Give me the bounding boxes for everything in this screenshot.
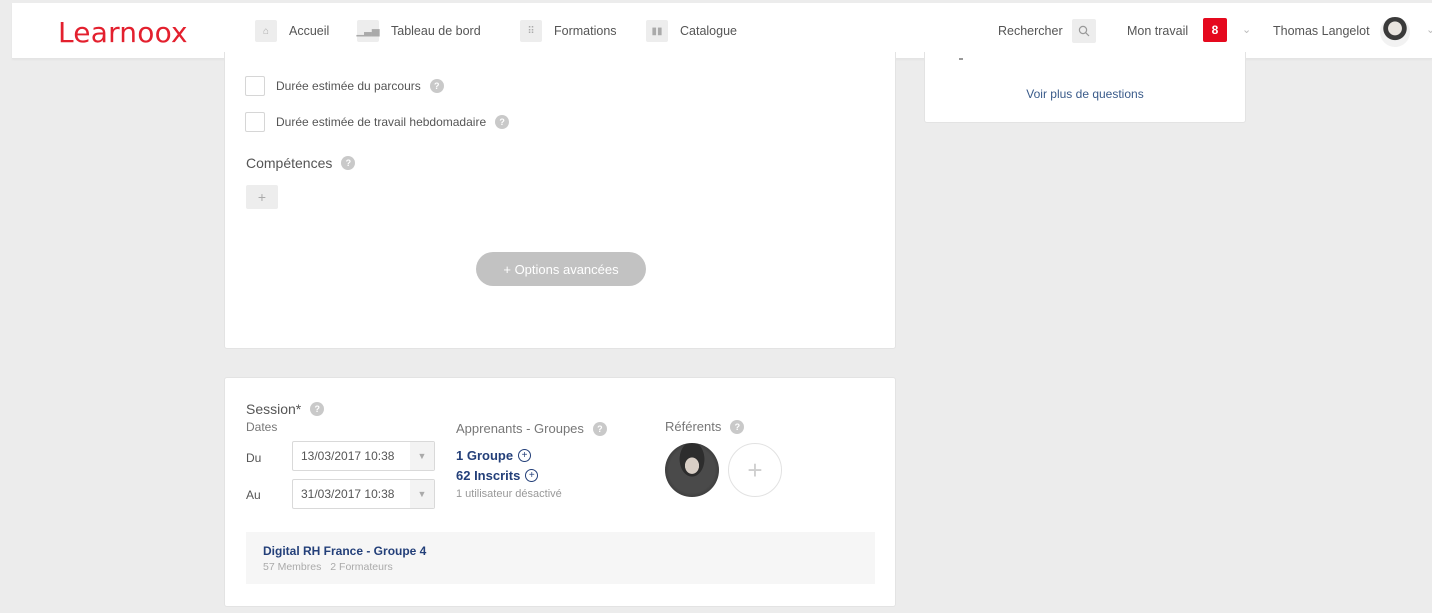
group-name[interactable]: Digital RH France - Groupe 4 — [263, 544, 426, 558]
top-navigation-bar: Learnoox ⌂ Accueil ▁▃▅ Tableau de bord ⠿… — [12, 3, 1432, 59]
duration-checkbox[interactable] — [245, 76, 265, 96]
duration-option: Durée estimée du parcours ? — [245, 76, 444, 96]
group-meta: 57 Membres 2 Formateurs — [263, 561, 393, 573]
chevron-down-icon[interactable]: ⌄ — [1426, 23, 1432, 36]
session-title-text: Session* — [246, 401, 302, 417]
duration-label: Durée estimée du parcours — [276, 79, 421, 93]
nav-item-catalogue[interactable]: ▮▮ Catalogue — [646, 19, 737, 43]
learners-groups-title: Apprenants - Groupes ? — [456, 421, 607, 436]
book-icon: ▮▮ — [646, 20, 668, 42]
skills-title-text: Compétences — [246, 155, 333, 171]
nav-item-label: Tableau de bord — [391, 24, 481, 38]
help-icon[interactable]: ? — [495, 115, 510, 129]
course-options-card: Durée estimée du parcours ? Durée estimé… — [224, 52, 896, 349]
weekly-workload-option: Durée estimée de travail hebdomadaire ? — [245, 112, 510, 132]
grid-icon: ⠿ — [520, 20, 542, 42]
nav-item-accueil[interactable]: ⌂ Accueil — [255, 19, 329, 43]
groups-count: 1 Groupe — [456, 448, 514, 463]
help-icon[interactable]: ? — [730, 419, 745, 434]
group-members: 57 Membres — [263, 561, 322, 573]
add-group-icon[interactable]: + — [518, 449, 532, 462]
divider — [959, 58, 963, 60]
advanced-options-button[interactable]: + Options avancées — [476, 252, 646, 286]
enrolled-link[interactable]: 62 Inscrits + — [456, 468, 539, 483]
help-icon[interactable]: ? — [592, 421, 607, 436]
referents-text: Référents — [665, 419, 722, 434]
add-learner-icon[interactable]: + — [525, 469, 539, 482]
user-name[interactable]: Thomas Langelot — [1273, 24, 1370, 38]
my-work-link[interactable]: Mon travail — [1127, 24, 1188, 38]
search-icon[interactable] — [1072, 19, 1096, 43]
nav-item-formations[interactable]: ⠿ Formations — [520, 19, 617, 43]
help-icon[interactable]: ? — [310, 402, 325, 416]
questions-card: Voir plus de questions — [924, 52, 1246, 123]
session-card: Session* ? Dates Du 13/03/2017 10:38 ▼ A… — [224, 377, 896, 607]
nav-item-label: Catalogue — [680, 24, 737, 38]
add-skill-button[interactable]: + — [246, 185, 278, 209]
disabled-users-note: 1 utilisateur désactivé — [456, 488, 562, 500]
start-date-value: 13/03/2017 10:38 — [301, 449, 395, 463]
weekly-workload-label: Durée estimée de travail hebdomadaire — [276, 115, 487, 129]
group-trainers: 2 Formateurs — [330, 561, 393, 573]
home-icon: ⌂ — [255, 20, 277, 42]
skills-title: Compétences ? — [246, 155, 356, 171]
from-label: Du — [246, 451, 262, 465]
help-icon[interactable]: ? — [429, 79, 444, 93]
add-referent-button[interactable]: + — [728, 443, 782, 497]
bar-chart-icon: ▁▃▅ — [356, 20, 380, 42]
chevron-down-icon[interactable]: ⌄ — [1242, 23, 1251, 36]
group-list-item[interactable]: Digital RH France - Groupe 4 57 Membres … — [246, 532, 875, 584]
to-label: Au — [246, 488, 261, 502]
chevron-down-icon[interactable]: ▼ — [410, 480, 434, 508]
user-avatar[interactable] — [1380, 17, 1410, 47]
enrolled-count: 62 Inscrits — [456, 468, 521, 483]
end-date-value: 31/03/2017 10:38 — [301, 487, 395, 501]
app-logo[interactable]: Learnoox — [58, 16, 188, 49]
work-count-badge[interactable]: 8 — [1203, 18, 1227, 42]
referent-avatar[interactable] — [665, 443, 719, 497]
end-date-field[interactable]: 31/03/2017 10:38 ▼ — [292, 479, 435, 509]
help-icon[interactable]: ? — [341, 156, 356, 170]
nav-item-label: Accueil — [289, 24, 330, 38]
search-label[interactable]: Rechercher — [998, 24, 1063, 38]
more-questions-link[interactable]: Voir plus de questions — [925, 87, 1245, 101]
session-title: Session* ? — [246, 401, 325, 417]
nav-item-tableau-de-bord[interactable]: ▁▃▅ Tableau de bord — [356, 19, 481, 43]
weekly-workload-checkbox[interactable] — [245, 112, 265, 132]
learners-groups-text: Apprenants - Groupes — [456, 421, 584, 436]
groups-link[interactable]: 1 Groupe + — [456, 448, 532, 463]
referents-title: Référents ? — [665, 419, 745, 434]
chevron-down-icon[interactable]: ▼ — [410, 442, 434, 470]
start-date-field[interactable]: 13/03/2017 10:38 ▼ — [292, 441, 435, 471]
dates-label: Dates — [246, 420, 278, 434]
nav-item-label: Formations — [554, 24, 617, 38]
